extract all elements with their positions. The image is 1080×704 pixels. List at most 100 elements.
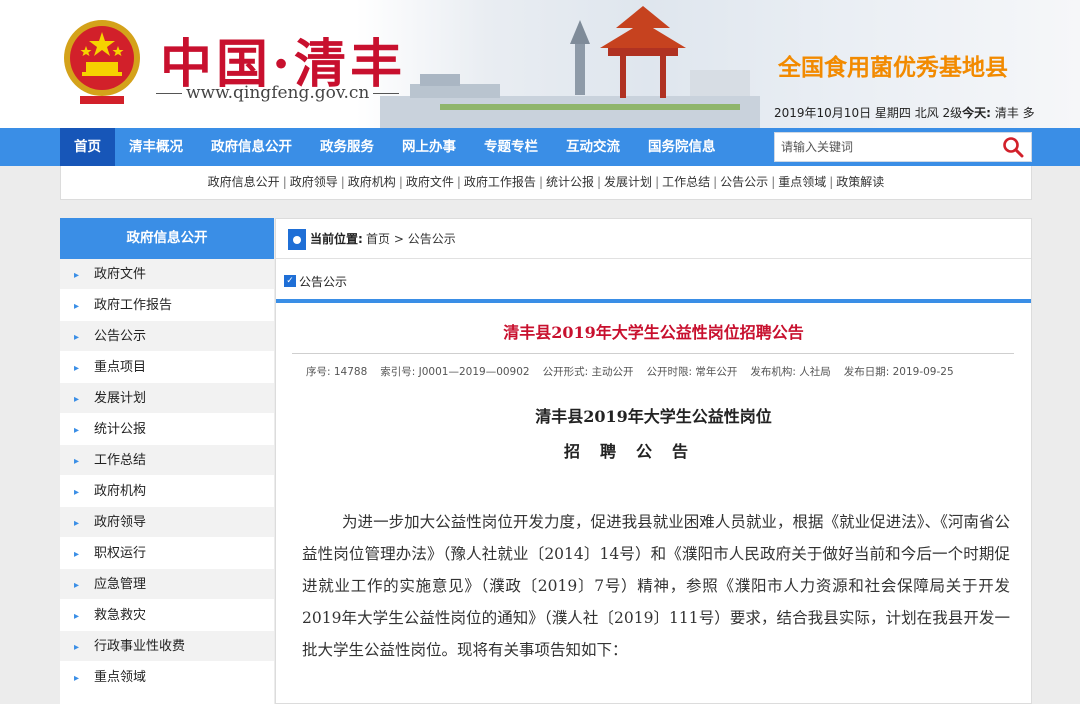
bullet-icon: ▸ bbox=[74, 363, 80, 374]
article-meta: 序号: 14788 索引号: J0001—2019—00902 公开形式: 主动公开… bbox=[306, 364, 967, 379]
quick-link-agencies[interactable]: 政府机构 bbox=[348, 175, 396, 189]
bullet-icon: ▸ bbox=[74, 301, 80, 312]
bullet-icon: ▸ bbox=[74, 673, 80, 684]
search-input[interactable] bbox=[775, 133, 991, 161]
national-emblem-icon bbox=[64, 20, 140, 104]
sidebar-item-label: 应急管理 bbox=[94, 577, 147, 592]
main-nav-items: 首页 清丰概况 政府信息公开 政务服务 网上办事 专题专栏 互动交流 国务院信息 bbox=[60, 128, 730, 166]
sidebar-item-key-projects[interactable]: ▸ 重点项目 bbox=[60, 352, 274, 383]
nav-item-online-affairs[interactable]: 网上办事 bbox=[388, 128, 470, 166]
bullet-icon: ▸ bbox=[74, 270, 80, 281]
sidebar-item-label: 政府机构 bbox=[94, 484, 147, 499]
bullet-icon: ▸ bbox=[74, 642, 80, 653]
breadcrumb-home[interactable]: 首页 bbox=[366, 232, 390, 246]
quick-link-leaders[interactable]: 政府领导 bbox=[290, 175, 338, 189]
bullet-icon: ▸ bbox=[74, 456, 80, 467]
city-skyline-image bbox=[380, 6, 760, 128]
sidebar-item-dev-plan[interactable]: ▸ 发展计划 bbox=[60, 383, 274, 414]
sidebar-item-label: 行政事业性收费 bbox=[94, 639, 186, 654]
sidebar-item-label: 统计公报 bbox=[94, 422, 147, 437]
meta-date: 发布日期: 2019-09-25 bbox=[843, 366, 954, 378]
meta-period: 公开时限: 常年公开 bbox=[646, 366, 738, 378]
nav-item-gov-services[interactable]: 政务服务 bbox=[306, 128, 388, 166]
bullet-icon: ▸ bbox=[74, 394, 80, 405]
location-icon bbox=[288, 229, 306, 250]
nav-item-overview[interactable]: 清丰概况 bbox=[115, 128, 197, 166]
nav-item-special-topics[interactable]: 专题专栏 bbox=[470, 128, 552, 166]
bullet-icon: ▸ bbox=[74, 487, 80, 498]
bullet-icon: ▸ bbox=[74, 332, 80, 343]
quick-link-documents[interactable]: 政府文件 bbox=[406, 175, 454, 189]
title-divider bbox=[292, 353, 1014, 354]
main-content: 当前位置: 首页 > 公告公示 ✓ 公告公示 清丰县2019年大学生公益性岗位招… bbox=[275, 218, 1032, 704]
meta-seq: 序号: 14788 bbox=[306, 366, 368, 378]
meta-agency: 发布机构: 人社局 bbox=[750, 366, 831, 378]
quick-link-info-disclosure[interactable]: 政府信息公开 bbox=[208, 175, 280, 189]
sidebar-item-label: 重点项目 bbox=[94, 360, 147, 375]
bullet-icon: ▸ bbox=[74, 549, 80, 560]
meta-index: 索引号: J0001—2019—00902 bbox=[380, 366, 530, 378]
sidebar-item-label: 政府领导 bbox=[94, 515, 147, 530]
sidebar-title: 政府信息公开 bbox=[60, 218, 274, 259]
sidebar-item-emergency[interactable]: ▸ 应急管理 bbox=[60, 569, 274, 600]
quick-link-statistics[interactable]: 统计公报 bbox=[546, 175, 594, 189]
quick-links-bar: 政府信息公开 | 政府领导 | 政府机构 | 政府文件 | 政府工作报告 | 统计公报 | 发展计划 | 工… bbox=[60, 166, 1032, 200]
search-box bbox=[774, 132, 1032, 162]
sidebar-item-work-summary[interactable]: ▸ 工作总结 bbox=[60, 445, 274, 476]
section-label[interactable]: 公告公示 bbox=[299, 273, 347, 290]
sidebar-item-label: 职权运行 bbox=[94, 546, 147, 561]
sidebar-item-power-operation[interactable]: ▸ 职权运行 bbox=[60, 538, 274, 569]
main-nav: 首页 清丰概况 政府信息公开 政务服务 网上办事 专题专栏 互动交流 国务院信息 bbox=[0, 128, 1080, 166]
sidebar-item-label: 发展计划 bbox=[94, 391, 147, 406]
article-title: 清丰县2019年大学生公益性岗位招聘公告 bbox=[503, 323, 804, 342]
weather-location: 清丰 多 bbox=[994, 106, 1035, 120]
section-divider bbox=[276, 299, 1031, 303]
bullet-icon: ▸ bbox=[74, 518, 80, 529]
sidebar-item-statistics[interactable]: ▸ 统计公报 bbox=[60, 414, 274, 445]
sidebar: 政府信息公开 ▸ 政府文件 ▸ 政府工作报告 ▸ 公告公示 ▸ 重点项目 ▸ 发展计划 ▸… bbox=[60, 218, 274, 704]
date-weather-line: 2019年10月10日 星期四 北风 2级今天: 清丰 多 bbox=[774, 104, 1035, 121]
nav-item-interaction[interactable]: 互动交流 bbox=[552, 128, 634, 166]
sidebar-item-disaster-relief[interactable]: ▸ 救急救灾 bbox=[60, 600, 274, 631]
sidebar-item-documents[interactable]: ▸ 政府文件 bbox=[60, 259, 274, 290]
quick-link-dev-plan[interactable]: 发展计划 bbox=[604, 175, 652, 189]
date-text: 2019年10月10日 星期四 北风 2级 bbox=[774, 106, 963, 120]
sidebar-item-label: 工作总结 bbox=[94, 453, 147, 468]
nav-item-home[interactable]: 首页 bbox=[60, 128, 115, 166]
sidebar-item-key-areas[interactable]: ▸ 重点领域 bbox=[60, 662, 274, 693]
site-slogan: 全国食用菌优秀基地县 bbox=[778, 55, 1008, 81]
quick-link-announcements[interactable]: 公告公示 bbox=[720, 175, 768, 189]
sidebar-item-announcements[interactable]: ▸ 公告公示 bbox=[60, 321, 274, 352]
sidebar-item-leaders[interactable]: ▸ 政府领导 bbox=[60, 507, 274, 538]
breadcrumb-label: 当前位置: bbox=[310, 232, 363, 246]
document-title: 清丰县2019年大学生公益性岗位 bbox=[535, 407, 772, 426]
sidebar-item-admin-fees[interactable]: ▸ 行政事业性收费 bbox=[60, 631, 274, 662]
nav-item-state-council[interactable]: 国务院信息 bbox=[634, 128, 730, 166]
section-tab: ✓ 公告公示 bbox=[276, 259, 1031, 299]
sidebar-item-label: 政府工作报告 bbox=[94, 298, 173, 313]
meta-form: 公开形式: 主动公开 bbox=[542, 366, 634, 378]
quick-link-key-areas[interactable]: 重点领域 bbox=[778, 175, 826, 189]
sidebar-item-label: 救急救灾 bbox=[94, 608, 147, 623]
sidebar-item-label: 重点领域 bbox=[94, 670, 147, 685]
sidebar-item-label: 公告公示 bbox=[94, 329, 147, 344]
bullet-icon: ▸ bbox=[74, 580, 80, 591]
search-icon[interactable] bbox=[1001, 136, 1025, 158]
sidebar-item-agencies[interactable]: ▸ 政府机构 bbox=[60, 476, 274, 507]
nav-item-info-disclosure[interactable]: 政府信息公开 bbox=[197, 128, 306, 166]
document-subtitle: 招聘公告 bbox=[564, 442, 709, 461]
weather-label: 今天: bbox=[962, 106, 991, 120]
breadcrumb-separator: > bbox=[393, 232, 404, 246]
sidebar-item-work-report[interactable]: ▸ 政府工作报告 bbox=[60, 290, 274, 321]
site-header: 中国·清丰 www.qingfeng.gov.cn 全国食用菌优秀基地县 201… bbox=[0, 0, 1080, 128]
quick-link-work-report[interactable]: 政府工作报告 bbox=[464, 175, 536, 189]
bullet-icon: ▸ bbox=[74, 611, 80, 622]
checkmark-icon: ✓ bbox=[284, 275, 296, 287]
article-body: 为进一步加大公益性岗位开发力度，促进我县就业困难人员就业，根据《就业促进法》、《… bbox=[302, 513, 1010, 659]
site-url: www.qingfeng.gov.cn bbox=[152, 83, 403, 103]
quick-link-policy-interpretation[interactable]: 政策解读 bbox=[836, 175, 884, 189]
sidebar-list: ▸ 政府文件 ▸ 政府工作报告 ▸ 公告公示 ▸ 重点项目 ▸ 发展计划 ▸ 统计公报 ▸ 工… bbox=[60, 259, 274, 693]
sidebar-item-label: 政府文件 bbox=[94, 267, 147, 282]
breadcrumb-current[interactable]: 公告公示 bbox=[408, 232, 456, 246]
quick-link-work-summary[interactable]: 工作总结 bbox=[662, 175, 710, 189]
